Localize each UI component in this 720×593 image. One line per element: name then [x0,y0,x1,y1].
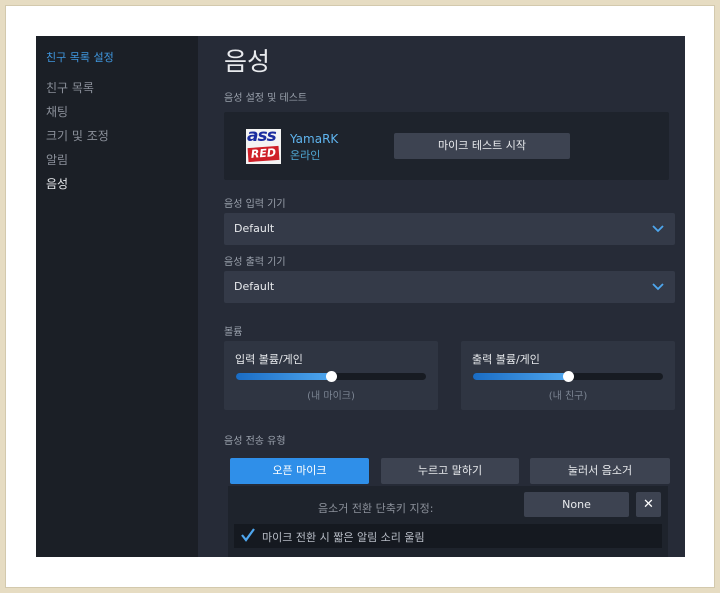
volume-section-label: 볼륨 [224,327,243,338]
mode-open-mic-button[interactable]: 오픈 마이크 [230,458,369,484]
output-volume-panel: 출력 볼륨/게인 (내 친구) [461,341,675,410]
chevron-down-icon [652,283,664,291]
input-volume-title: 입력 볼륨/게인 [235,353,303,366]
transmission-section-label: 음성 전송 유형 [224,436,286,447]
page-title: 음성 [224,47,271,76]
input-volume-panel: 입력 볼륨/게인 (내 마이크) [224,341,438,410]
output-device-select[interactable]: Default [224,271,675,303]
clear-hotkey-button[interactable]: ✕ [636,492,661,517]
input-volume-thumb[interactable] [326,371,337,382]
sidebar-item-friends-list[interactable]: 친구 목록 [46,79,94,96]
avatar: ass RED [246,129,281,164]
sidebar-header: 친구 목록 설정 [46,51,114,64]
user-status: 온라인 [290,149,321,162]
input-volume-fill [236,373,331,380]
mute-hotkey-button[interactable]: None [524,492,629,517]
user-name: YamaRK [290,132,339,146]
input-device-value: Default [234,222,275,235]
close-icon: ✕ [643,497,654,512]
output-device-label: 음성 출력 기기 [224,257,286,268]
sidebar-item-chat[interactable]: 채팅 [46,103,68,120]
mic-test-button[interactable]: 마이크 테스트 시작 [394,133,570,159]
input-volume-slider[interactable] [236,371,426,382]
mode-push-to-talk-button[interactable]: 누르고 말하기 [381,458,519,484]
friends-settings-window: 친구 목록 설정 친구 목록 채팅 크기 및 조정 알림 음성 음성 음성 설정… [36,36,685,557]
input-device-select[interactable]: Default [224,213,675,245]
output-volume-caption: (내 친구) [548,391,588,402]
mute-hotkey-label: 음소거 전환 단축키 지정: [318,502,434,515]
chevron-down-icon [652,225,664,233]
checkmark-icon[interactable] [240,527,256,543]
toggle-sound-checkbox-label: 마이크 전환 시 짧은 알림 소리 울림 [262,531,425,544]
sidebar-item-size-scaling[interactable]: 크기 및 조정 [46,127,109,144]
output-volume-fill [473,373,568,380]
sidebar-item-voice[interactable]: 음성 [46,175,68,192]
output-volume-thumb[interactable] [563,371,574,382]
voice-test-box: ass RED YamaRK 온라인 마이크 테스트 시작 [224,112,669,180]
output-volume-title: 출력 볼륨/게인 [472,353,540,366]
input-volume-caption: (내 마이크) [307,391,355,402]
output-volume-slider[interactable] [473,371,663,382]
input-device-label: 음성 입력 기기 [224,199,286,210]
output-device-value: Default [234,280,275,293]
settings-sidebar: 친구 목록 설정 친구 목록 채팅 크기 및 조정 알림 음성 [36,36,198,557]
transmission-options-panel: 음소거 전환 단축키 지정: None ✕ 마이크 전환 시 짧은 알림 소리 … [228,486,668,557]
voice-settings-panel: 음성 음성 설정 및 테스트 ass RED YamaRK 온라인 마이크 테스… [198,36,685,557]
sidebar-item-notifications[interactable]: 알림 [46,151,68,168]
mode-push-to-mute-button[interactable]: 눌러서 음소거 [530,458,670,484]
toggle-sound-checkbox-row[interactable]: 마이크 전환 시 짧은 알림 소리 울림 [234,524,662,548]
voice-test-section-label: 음성 설정 및 테스트 [224,93,308,104]
